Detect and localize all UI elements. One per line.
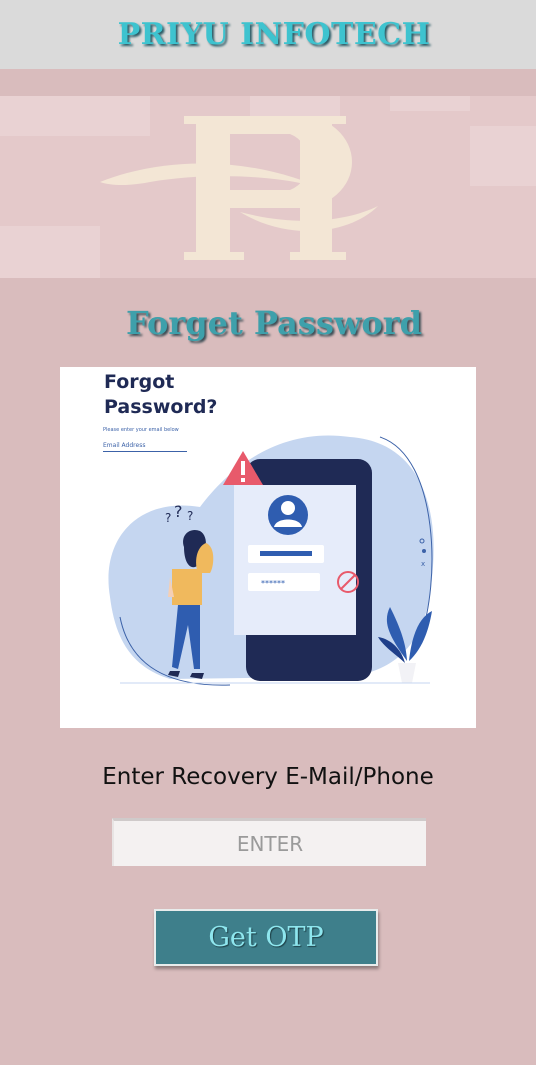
password-mask: ******	[261, 579, 285, 588]
brand-title: PRIYU INFOTECH	[117, 17, 431, 52]
svg-text:?: ?	[187, 509, 193, 523]
svg-text:?: ?	[165, 511, 171, 525]
recovery-label: Enter Recovery E-Mail/Phone	[102, 764, 434, 790]
page-title: Forget Password	[126, 304, 422, 342]
phone-illustration-icon: ****** x ? ? ?	[108, 435, 434, 686]
svg-text:x: x	[421, 560, 425, 568]
get-otp-button[interactable]: Get OTP	[154, 909, 378, 966]
svg-text:?: ?	[174, 502, 183, 521]
pi-logo-icon: PI	[100, 116, 378, 260]
recovery-input[interactable]	[112, 818, 426, 866]
brand-banner: PI	[0, 96, 536, 278]
app-header: PRIYU INFOTECH	[0, 0, 536, 69]
forgot-password-illustration: Forgot Password? Please enter your email…	[60, 367, 476, 728]
